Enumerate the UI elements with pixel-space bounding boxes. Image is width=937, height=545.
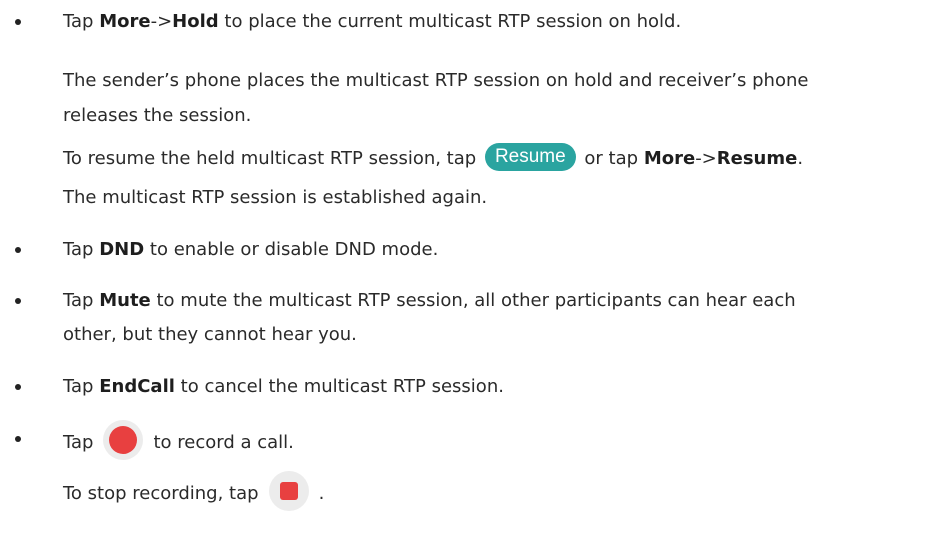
- established-line: The multicast RTP session is established…: [63, 187, 488, 208]
- stop-icon: [279, 482, 298, 500]
- endcall-item-line: Tap EndCall to cancel the multicast RTP …: [63, 374, 504, 400]
- bullet-hold: [15, 19, 21, 25]
- hold-item-line: Tap More->Hold to place the current mult…: [63, 9, 681, 35]
- record-tap-text: Tap: [63, 432, 94, 453]
- dnd-item-line: Tap DND to enable or disable DND mode.: [63, 237, 438, 263]
- endcall-bold: EndCall: [99, 376, 175, 397]
- stop-line: To stop recording, tap.: [63, 471, 325, 511]
- mute-line2: other, but they cannot hear you.: [63, 324, 357, 345]
- stop-prefix-text: To stop recording, tap: [63, 483, 259, 504]
- hold-arrow: ->: [150, 11, 173, 32]
- mute-bold: Mute: [99, 290, 151, 311]
- resume-resume-bold: Resume: [716, 148, 798, 169]
- resume-line: To resume the held multicast RTP session…: [63, 143, 804, 172]
- hold-tap-text: Tap: [63, 11, 94, 32]
- hold-hold-bold: Hold: [172, 11, 219, 32]
- hold-more-bold: More: [99, 11, 151, 32]
- bullet-mute: [15, 298, 21, 304]
- resume-button[interactable]: Resume: [484, 143, 576, 171]
- resume-or-text: or tap: [584, 148, 639, 169]
- hold-desc-line2: releases the session.: [63, 105, 252, 126]
- bullet-dnd: [15, 247, 21, 253]
- dnd-tap-text: Tap: [63, 239, 94, 260]
- resume-prefix-text: To resume the held multicast RTP session…: [63, 148, 477, 169]
- endcall-rest-text: to cancel the multicast RTP session.: [180, 376, 504, 397]
- stop-icon-button[interactable]: [268, 471, 309, 511]
- endcall-tap-text: Tap: [63, 376, 94, 397]
- record-icon: [109, 426, 138, 454]
- bullet-record: [15, 436, 21, 442]
- mute-rest-text: to mute the multicast RTP session, all o…: [156, 290, 796, 311]
- dnd-rest-text: to enable or disable DND mode.: [149, 239, 439, 260]
- resume-arrow: ->: [695, 148, 717, 169]
- hold-rest-text: to place the current multicast RTP sessi…: [224, 11, 682, 32]
- record-item-line: Tap to record a call.: [63, 420, 294, 460]
- record-rest-text: to record a call.: [153, 432, 294, 453]
- dnd-bold: DND: [99, 239, 145, 260]
- hold-desc-line1: The sender’s phone places the multicast …: [63, 70, 809, 91]
- mute-item-line: Tap Mute to mute the multicast RTP sessi…: [63, 288, 796, 314]
- resume-more-bold: More: [643, 148, 696, 169]
- mute-tap-text: Tap: [63, 290, 94, 311]
- resume-end: .: [797, 148, 804, 169]
- bullet-endcall: [15, 384, 21, 390]
- stop-end: .: [318, 483, 325, 504]
- record-icon-button[interactable]: [103, 420, 144, 460]
